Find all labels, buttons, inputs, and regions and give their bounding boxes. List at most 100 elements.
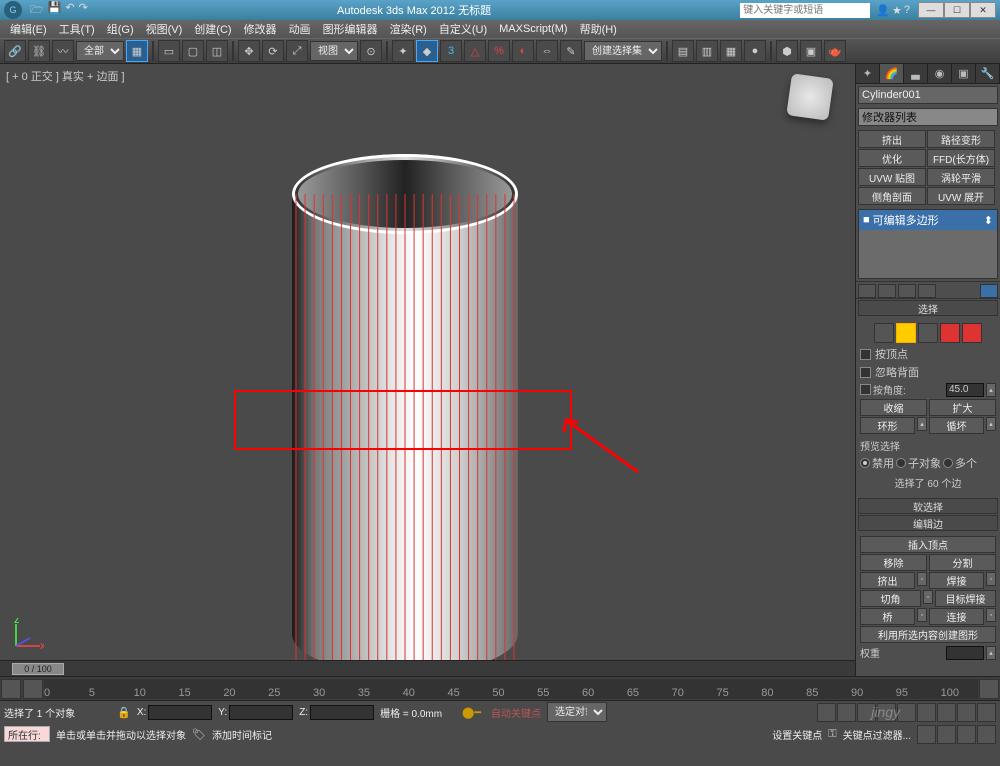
menu-animation[interactable]: 动画 (283, 21, 317, 37)
move-icon[interactable]: ✥ (238, 40, 260, 62)
mod-extrude[interactable]: 挤出 (858, 130, 926, 148)
btn-insertvertex[interactable]: 插入顶点 (860, 536, 996, 553)
select-object-icon[interactable]: ▦ (126, 40, 148, 62)
help-icon[interactable]: ? (904, 4, 910, 17)
mod-optimize[interactable]: 优化 (858, 149, 926, 167)
viewcube[interactable] (781, 74, 837, 130)
scale-icon[interactable]: ⤢ (286, 40, 308, 62)
render-setup-icon[interactable]: ⬢ (776, 40, 798, 62)
help-search[interactable] (740, 3, 870, 18)
remove-mod-icon[interactable] (918, 284, 936, 298)
btn-split[interactable]: 分割 (929, 554, 996, 571)
subobj-polygon[interactable] (940, 323, 960, 343)
selection-filter[interactable]: 全部 (76, 41, 124, 61)
select-rect-icon[interactable]: ▢ (182, 40, 204, 62)
tab-hierarchy[interactable]: ▃ (904, 64, 928, 83)
btn-chamfer[interactable]: 切角 (860, 590, 921, 607)
key-icon[interactable]: ⬤━ (462, 706, 481, 719)
align-icon[interactable]: ✎ (560, 40, 582, 62)
favorite-icon[interactable]: ★ (892, 4, 902, 17)
btn-createshape[interactable]: 利用所选内容创建图形 (860, 626, 996, 643)
btn-grow[interactable]: 扩大 (929, 399, 996, 416)
nav-max-icon[interactable] (977, 703, 996, 722)
unlink-icon[interactable]: ⛓ (28, 40, 50, 62)
modifier-list-dropdown[interactable]: 修改器列表 (858, 108, 998, 126)
time-tag-icon[interactable]: 🏷 (192, 728, 206, 741)
rotate-icon[interactable]: ⟳ (262, 40, 284, 62)
rollout-editedges[interactable]: 编辑边 (858, 515, 998, 531)
mod-ffd[interactable]: FFD(长方体) (927, 149, 995, 167)
nav2-icon[interactable] (937, 725, 956, 744)
chk-ignoreback[interactable] (860, 367, 871, 378)
prev-frame-icon[interactable] (837, 703, 856, 722)
tab-modify[interactable]: 🌈 (880, 64, 904, 83)
goto-start-icon[interactable] (817, 703, 836, 722)
track-end-icon[interactable] (979, 679, 999, 699)
snap-options-icon[interactable]: ◐ (512, 40, 534, 62)
btn-remove[interactable]: 移除 (860, 554, 927, 571)
save-icon[interactable]: 💾 (48, 1, 62, 20)
menu-customize[interactable]: 自定义(U) (433, 21, 493, 37)
layer-icon[interactable]: ▤ (672, 40, 694, 62)
radio-multi[interactable] (943, 458, 953, 468)
btn-loop[interactable]: 循坏 (929, 417, 984, 434)
bind-icon[interactable]: 〰 (52, 40, 74, 62)
menu-views[interactable]: 视图(V) (140, 21, 189, 37)
menu-maxscript[interactable]: MAXScript(M) (493, 23, 573, 35)
object-name-field[interactable]: Cylinder001 (858, 86, 998, 104)
modifier-stack[interactable]: ■可编辑多边形⬍ (858, 209, 998, 279)
mod-unwrap[interactable]: UVW 展开 (927, 187, 995, 205)
undo-icon[interactable]: ↶ (65, 1, 74, 20)
script-listener[interactable]: 所在行: (4, 726, 50, 742)
tab-create[interactable]: ✦ (856, 64, 880, 83)
percent-snap-icon[interactable]: △ (464, 40, 486, 62)
mirror-icon[interactable]: ⇔ (536, 40, 558, 62)
nav-zoom-icon[interactable] (937, 703, 956, 722)
open-icon[interactable]: 🗁 (30, 1, 44, 20)
pivot-icon[interactable]: ⊙ (360, 40, 382, 62)
mod-shell[interactable]: 侧角剖面 (858, 187, 926, 205)
track-toggle-icon[interactable] (1, 679, 21, 699)
configure-icon[interactable] (980, 284, 998, 298)
link-icon[interactable]: 🔗 (4, 40, 26, 62)
viewport[interactable]: [ + 0 正交 ] 真实 + 边面 ] z x 0 / 100 (0, 64, 855, 676)
named-selection[interactable]: 创建选择集 (584, 41, 662, 61)
btn-shrink[interactable]: 收缩 (860, 399, 927, 416)
coord-z[interactable] (310, 705, 374, 720)
minimize-button[interactable]: — (918, 2, 944, 18)
render-icon[interactable]: 🫖 (824, 40, 846, 62)
menu-edit[interactable]: 编辑(E) (4, 21, 53, 37)
window-crossing-icon[interactable]: ◫ (206, 40, 228, 62)
tab-motion[interactable]: ◉ (928, 64, 952, 83)
key-mode-icon[interactable]: ⚿ (828, 728, 836, 741)
radio-off[interactable] (860, 458, 870, 468)
user-icon[interactable]: 👤 (876, 4, 890, 17)
key-filter-sel[interactable]: 选定对象 (547, 702, 607, 722)
nav4-icon[interactable] (977, 725, 996, 744)
subobj-vertex[interactable] (874, 323, 894, 343)
weight-value[interactable] (946, 646, 984, 660)
nav-pan-icon[interactable] (917, 703, 936, 722)
menu-tools[interactable]: 工具(T) (53, 21, 101, 37)
spinner-snap-icon[interactable]: % (488, 40, 510, 62)
menu-rendering[interactable]: 渲染(R) (384, 21, 433, 37)
lock-icon[interactable]: 🔒 (117, 706, 131, 719)
menu-grapheditors[interactable]: 图形编辑器 (317, 21, 384, 37)
tab-utilities[interactable]: 🔧 (976, 64, 1000, 83)
snap-toggle-icon[interactable]: ◆ (416, 40, 438, 62)
auto-key-btn[interactable]: 自动关键点 (491, 705, 541, 720)
mod-pathdeform[interactable]: 路径变形 (927, 130, 995, 148)
angle-spinner[interactable]: ▴ (986, 383, 996, 397)
nav3-icon[interactable] (957, 725, 976, 744)
mod-uvwmap[interactable]: UVW 贴图 (858, 168, 926, 186)
chk-byangle[interactable] (860, 384, 871, 395)
btn-weld[interactable]: 焊接 (929, 572, 984, 589)
key-filters-btn[interactable]: 关键点过滤器... (843, 727, 911, 742)
radio-subobj[interactable] (896, 458, 906, 468)
btn-targetweld[interactable]: 目标焊接 (935, 590, 996, 607)
menu-help[interactable]: 帮助(H) (574, 21, 623, 37)
menu-group[interactable]: 组(G) (101, 21, 140, 37)
btn-connect[interactable]: 连接 (929, 608, 984, 625)
coord-x[interactable] (148, 705, 212, 720)
tab-display[interactable]: ▣ (952, 64, 976, 83)
